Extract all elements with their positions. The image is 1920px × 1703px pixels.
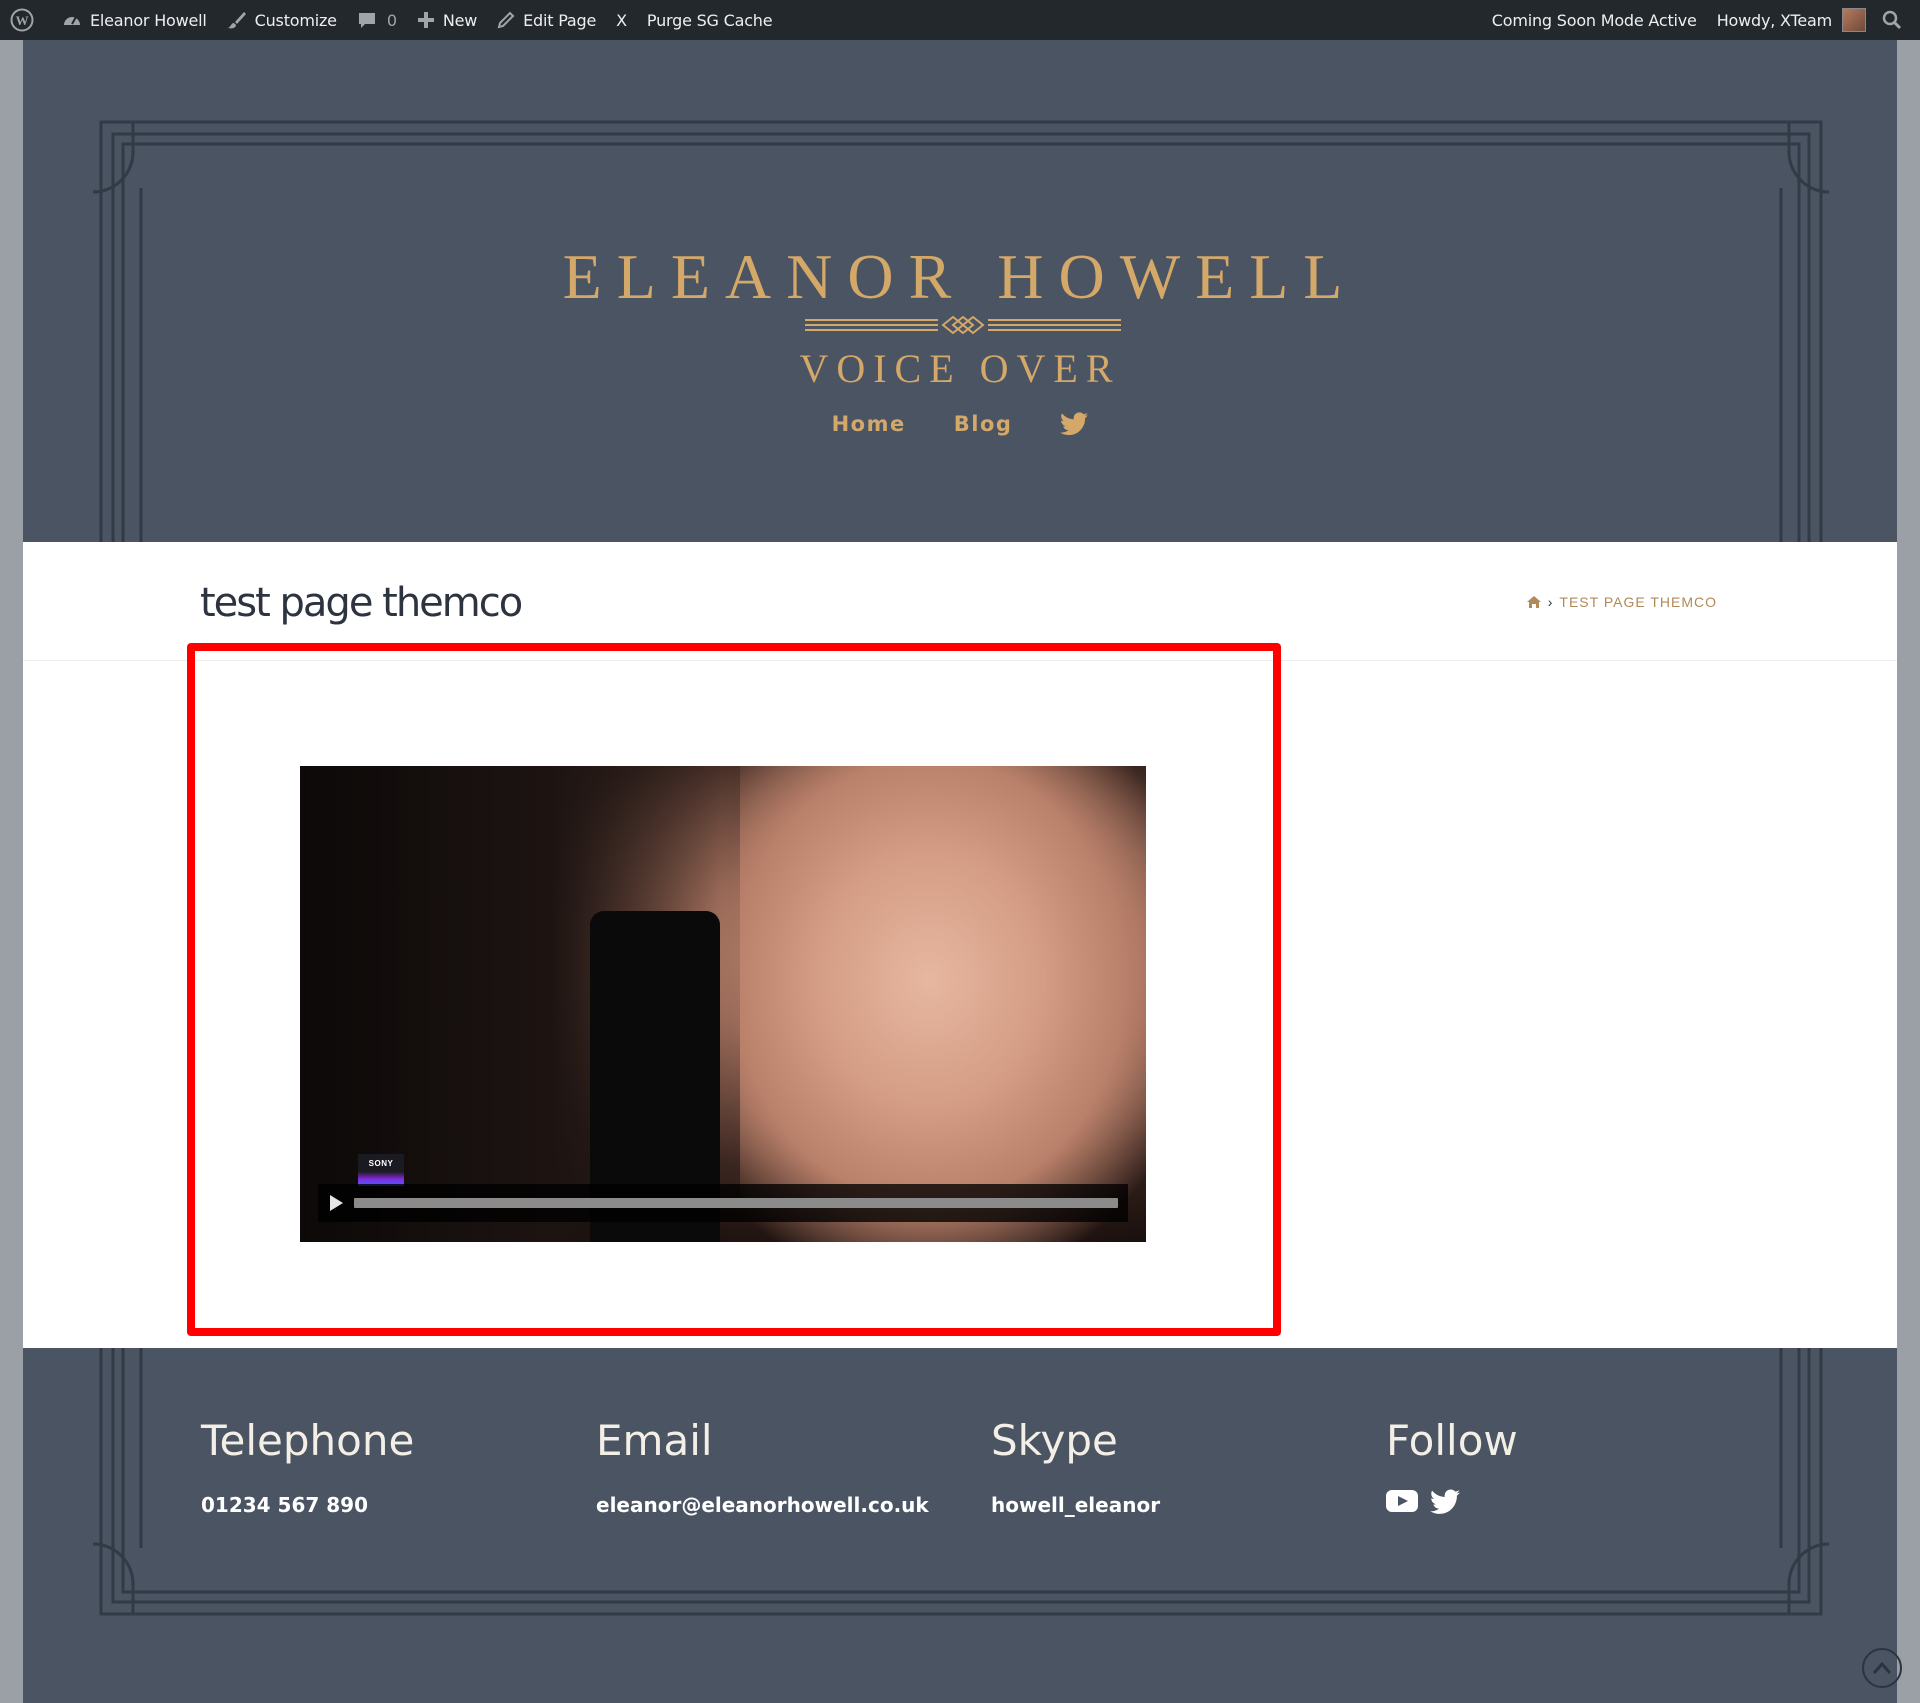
telephone-number[interactable]: 01234 567 890 (201, 1493, 414, 1517)
page-margin (1897, 40, 1920, 1703)
gauge-icon (64, 16, 80, 25)
footer-heading: Email (596, 1416, 713, 1465)
comments-link[interactable]: 0 (347, 0, 407, 40)
edit-page-link[interactable]: Edit Page (487, 0, 606, 40)
breadcrumb: › TEST PAGE THEMCO (1526, 594, 1717, 610)
new-label: New (442, 10, 478, 30)
nav-twitter-link[interactable] (1060, 412, 1089, 436)
breadcrumb-separator: › (1547, 594, 1554, 610)
channel-logo: SONY (358, 1154, 404, 1186)
purge-cache-link[interactable]: Purge SG Cache (637, 0, 783, 40)
account-menu[interactable]: Howdy, XTeam (1707, 0, 1872, 40)
page-content: test page themco › TEST PAGE THEMCO SONY (23, 542, 1897, 1348)
video-frame-hand (740, 766, 1146, 1242)
play-button[interactable] (318, 1184, 354, 1222)
pencil-icon (497, 11, 515, 29)
email-link[interactable]: eleanor@eleanorhowell.co.uk (596, 1493, 929, 1517)
plus-icon (417, 12, 434, 28)
site-name-label: Eleanor Howell (90, 10, 207, 30)
footer-follow: Follow (1386, 1416, 1518, 1515)
new-content-link[interactable]: New (407, 0, 487, 40)
brush-icon (227, 12, 246, 29)
purge-label: Purge SG Cache (646, 10, 773, 30)
wordpress-icon: W (10, 8, 34, 32)
edit-page-label: Edit Page (523, 10, 597, 30)
chevron-up-icon (1872, 1661, 1892, 1674)
footer-telephone: Telephone 01234 567 890 (201, 1416, 414, 1517)
svg-text:W: W (16, 13, 29, 28)
site-subtitle: VOICE OVER (799, 346, 1121, 391)
main-navigation: Home Blog (23, 412, 1897, 436)
search-icon (1882, 10, 1902, 30)
site-wrapper: ELEANOR HOWELL VOICE OVER Home Blog test… (23, 40, 1897, 1703)
comment-icon (358, 13, 375, 28)
customize-link[interactable]: Customize (217, 0, 347, 40)
footer-heading: Follow (1386, 1416, 1518, 1465)
site-footer: Telephone 01234 567 890 Email eleanor@el… (23, 1348, 1897, 1703)
footer-email: Email eleanor@eleanorhowell.co.uk (596, 1416, 929, 1517)
footer-frame-ornament (92, 1348, 1830, 1616)
wordpress-menu[interactable]: W (0, 0, 52, 40)
breadcrumb-current: TEST PAGE THEMCO (1559, 594, 1717, 610)
video-controls (318, 1184, 1128, 1222)
avatar (1842, 8, 1866, 32)
comments-count: 0 (386, 10, 397, 30)
x-menu[interactable]: X (606, 0, 637, 40)
site-title[interactable]: ELEANOR HOWELL (23, 240, 1897, 314)
page-title: test page themco (200, 580, 523, 626)
admin-bar: W Eleanor Howell Customize 0 New Edit Pa… (0, 0, 1920, 40)
video-player[interactable]: SONY (300, 766, 1146, 1242)
video-progress-bar[interactable] (354, 1198, 1118, 1208)
home-icon[interactable] (1526, 595, 1542, 609)
admin-search-button[interactable] (1872, 0, 1920, 40)
coming-soon-link[interactable]: Coming Soon Mode Active (1482, 0, 1707, 40)
scroll-top-button[interactable] (1862, 1648, 1902, 1688)
x-label: X (616, 10, 627, 30)
social-links (1386, 1489, 1518, 1515)
footer-heading: Skype (991, 1416, 1118, 1465)
nav-home[interactable]: Home (832, 412, 906, 436)
customize-label: Customize (254, 10, 337, 30)
footer-skype: Skype howell_eleanor (991, 1416, 1160, 1517)
twitter-icon[interactable] (1430, 1489, 1460, 1515)
coming-soon-label: Coming Soon Mode Active (1491, 10, 1697, 30)
youtube-icon[interactable] (1386, 1489, 1418, 1513)
site-name-link[interactable]: Eleanor Howell (52, 0, 217, 40)
skype-handle[interactable]: howell_eleanor (991, 1493, 1160, 1517)
footer-heading: Telephone (201, 1416, 415, 1465)
howdy-label: Howdy, XTeam (1716, 10, 1832, 30)
site-header: ELEANOR HOWELL VOICE OVER Home Blog (23, 40, 1897, 542)
title-divider-ornament (805, 315, 1121, 335)
play-icon (330, 1195, 343, 1211)
nav-blog[interactable]: Blog (954, 412, 1013, 436)
twitter-icon (1060, 412, 1089, 436)
